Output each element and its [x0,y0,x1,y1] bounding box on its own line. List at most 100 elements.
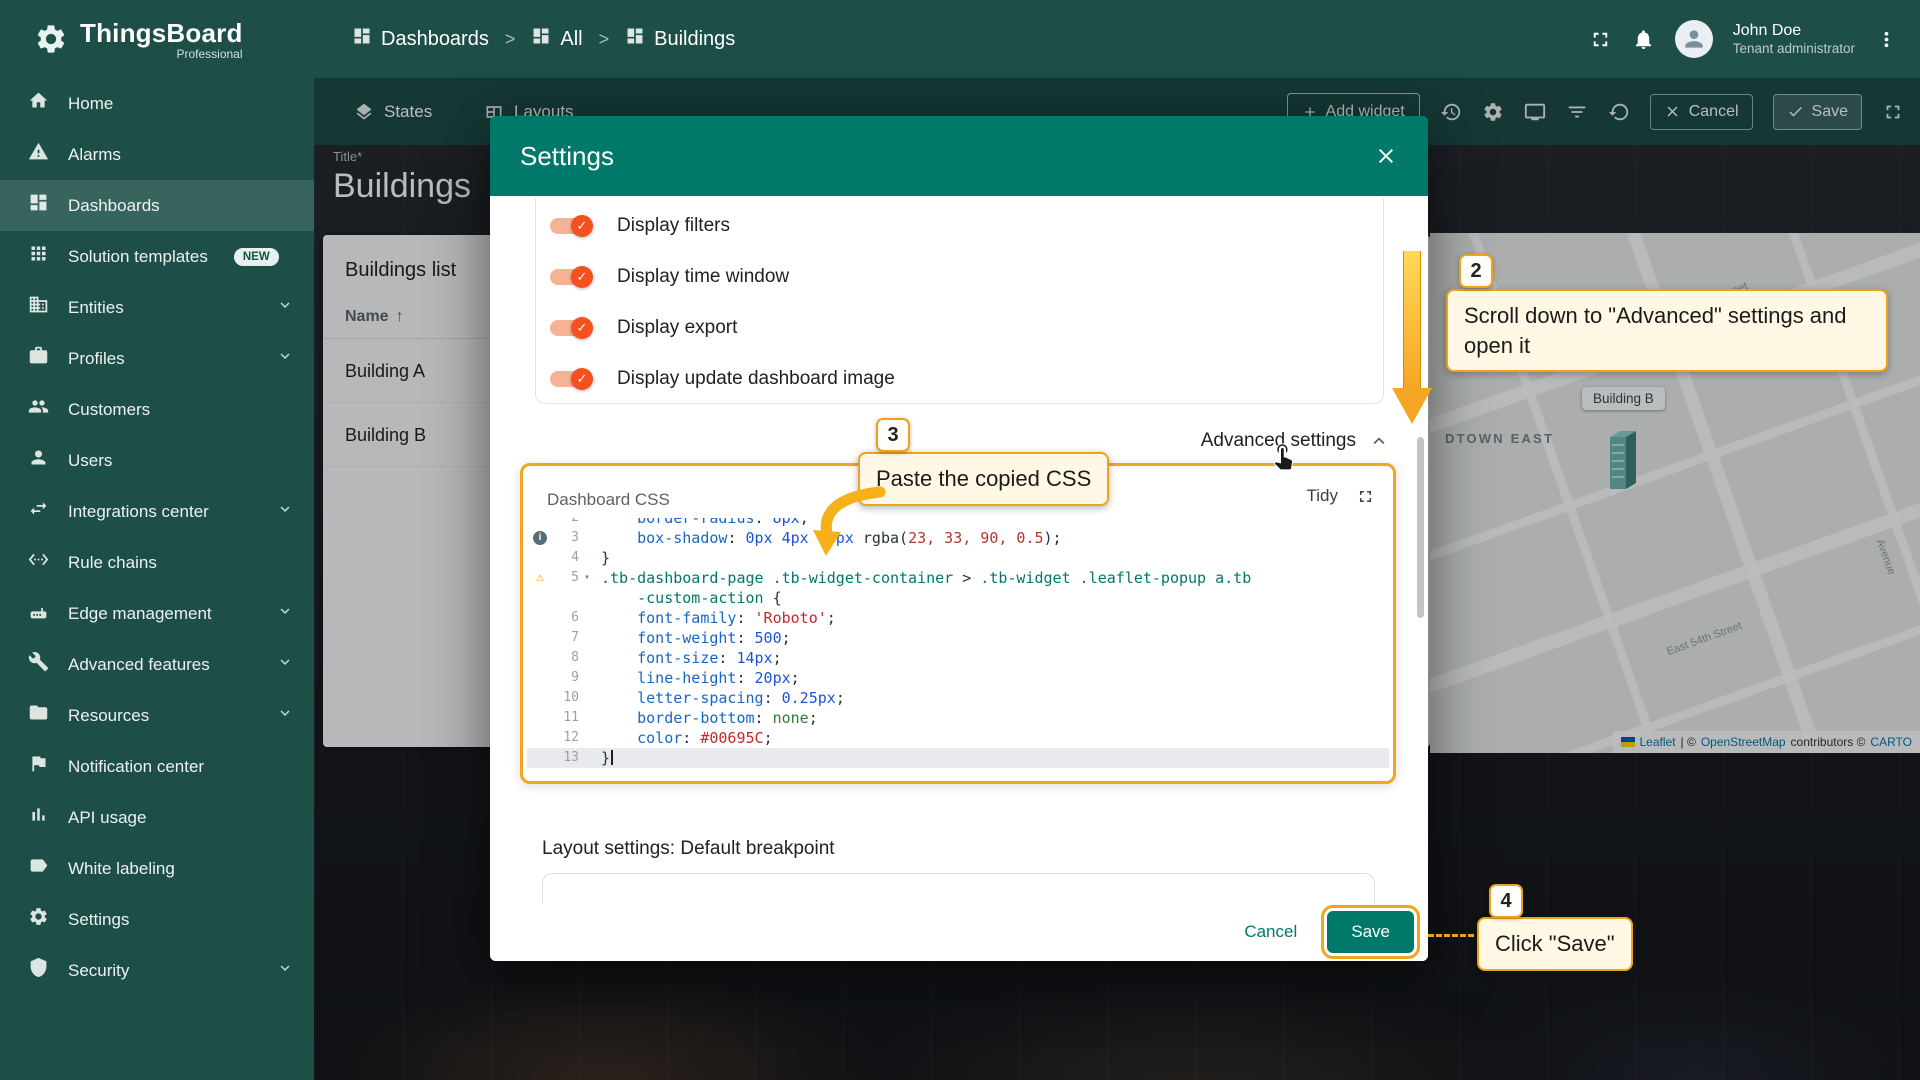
line-number: 4 [553,548,579,568]
code-line-12: 12 color: #00695C; [527,728,1389,748]
toggle-switch-display-time-window[interactable]: ✓ [550,269,590,285]
dialog-close-icon[interactable] [1374,144,1398,168]
brand-tier: Professional [80,47,243,61]
sidebar-item-notification-center[interactable]: Notification center [0,741,314,792]
notifications-bell-icon[interactable] [1632,28,1655,51]
home-icon [28,90,49,111]
dialog-header: Settings [490,116,1428,196]
sidebar-item-settings[interactable]: Settings [0,894,314,945]
save-button[interactable]: Save [1327,911,1414,953]
sidebar-item-entities[interactable]: Entities [0,282,314,333]
sidebar-item-white-labeling[interactable]: White labeling [0,843,314,894]
breadcrumb: Dashboards>All>Buildings [352,0,735,78]
fold-caret-icon [579,668,595,688]
fold-caret-icon [579,518,595,528]
fold-caret-icon [579,708,595,728]
alarms-icon [28,141,49,162]
line-number: 11 [553,708,579,728]
sidebar-item-home[interactable]: Home [0,78,314,129]
toggle-label: Display export [617,317,737,339]
breadcrumb-item-buildings[interactable]: Buildings [625,26,735,52]
sidebar-item-alarms[interactable]: Alarms [0,129,314,180]
code-line-4: 4} [527,548,1389,568]
settings-dialog: Settings ✓ Display filters ✓ Display time w… [490,116,1428,961]
toggle-check-icon: ✓ [571,368,593,390]
toggle-label: Display filters [617,215,730,237]
api-usage-icon [28,804,49,825]
fold-caret-icon [579,688,595,708]
security-icon [28,957,49,978]
line-number: 13 [553,748,579,768]
step3-arrow [800,486,890,562]
step4-connector-line [1428,934,1474,937]
toggle-label: Display time window [617,266,789,288]
chevron-down-icon [276,653,294,671]
person-icon [1681,26,1707,52]
line-number: 7 [553,628,579,648]
dialog-scrollbar[interactable] [1417,437,1424,618]
toggle-switch-display-filters[interactable]: ✓ [550,218,590,234]
code-line-9: 9 line-height: 20px; [527,668,1389,688]
breadcrumb-item-dashboards[interactable]: Dashboards [352,26,489,52]
sidebar-item-profiles[interactable]: Profiles [0,333,314,384]
line-number: 5 [553,568,579,588]
code-line-10: 10 letter-spacing: 0.25px; [527,688,1389,708]
brand-name: ThingsBoard [80,18,243,48]
sidebar-item-api-usage[interactable]: API usage [0,792,314,843]
sidebar-item-integrations-center[interactable]: Integrations center [0,486,314,537]
brand-logo: ThingsBoard Professional [0,0,314,78]
user-info: John Doe Tenant administrator [1733,21,1855,58]
avatar[interactable] [1675,20,1713,58]
editor-expand-icon[interactable] [1356,487,1375,506]
sidebar-item-customers[interactable]: Customers [0,384,314,435]
advanced-features-icon [28,651,49,672]
line-number: 9 [553,668,579,688]
sidebar-item-advanced-features[interactable]: Advanced features [0,639,314,690]
step2-arrow-head [1392,388,1432,424]
toggle-switch-display-export[interactable]: ✓ [550,320,590,336]
tidy-button[interactable]: Tidy [1307,486,1339,506]
sidebar-item-edge-management[interactable]: Edge management [0,588,314,639]
step2-arrow-shaft [1403,251,1421,389]
code-line-6: 6 font-family: 'Roboto'; [527,608,1389,628]
step2-badge: 2 [1459,254,1493,288]
sidebar-item-dashboards[interactable]: Dashboards [0,180,314,231]
rule-chains-icon [28,549,49,570]
dashboards-icon [352,26,372,46]
sidebar-item-resources[interactable]: Resources [0,690,314,741]
fold-caret-icon: ▾ [579,568,595,588]
white-labeling-icon [28,855,49,876]
dashboard-css-label: Dashboard CSS [547,490,670,510]
cancel-button[interactable]: Cancel [1232,912,1309,952]
sidebar-item-users[interactable]: Users [0,435,314,486]
toggle-switch-display-update-dashboard-image[interactable]: ✓ [550,371,590,387]
css-code-editor[interactable]: 2 border-radius: 8px;i3 box-shadow: 0px … [527,518,1389,773]
breadcrumb-separator: > [505,29,516,50]
brand-gear-icon [34,22,68,56]
sidebar-item-security[interactable]: Security [0,945,314,996]
fold-caret-icon [579,748,595,768]
dashboard-css-panel: Dashboard CSS Tidy 2 border-radius: 8px;… [520,463,1396,784]
settings-icon [28,906,49,927]
app-root: ThingsBoard Professional HomeAlarmsDashb… [0,0,1920,1080]
toggle-row-display-filters: ✓ Display filters [536,200,1383,251]
warning-annotation-icon: ⚠ [536,568,544,588]
sidebar-item-solution-templates[interactable]: Solution templatesNEW [0,231,314,282]
chevron-down-icon [276,296,294,314]
dashboards-icon [625,26,645,46]
toggle-label: Display update dashboard image [617,368,895,390]
editor-actions: Tidy [1307,486,1376,506]
sidebar: ThingsBoard Professional HomeAlarmsDashb… [0,0,314,1080]
more-menu-icon[interactable] [1875,28,1898,51]
info-annotation-icon: i [533,531,547,545]
code-line-5: ⚠5▾.tb-dashboard-page .tb-widget-contain… [527,568,1389,588]
fold-caret-icon [579,628,595,648]
sidebar-item-rule-chains[interactable]: Rule chains [0,537,314,588]
breadcrumb-item-all[interactable]: All [531,26,582,52]
toggle-check-icon: ✓ [571,215,593,237]
fullscreen-icon[interactable] [1589,28,1612,51]
chevron-down-icon [276,602,294,620]
line-number: 2 [553,518,579,528]
chevron-up-icon [1368,430,1390,452]
users-icon [28,447,49,468]
